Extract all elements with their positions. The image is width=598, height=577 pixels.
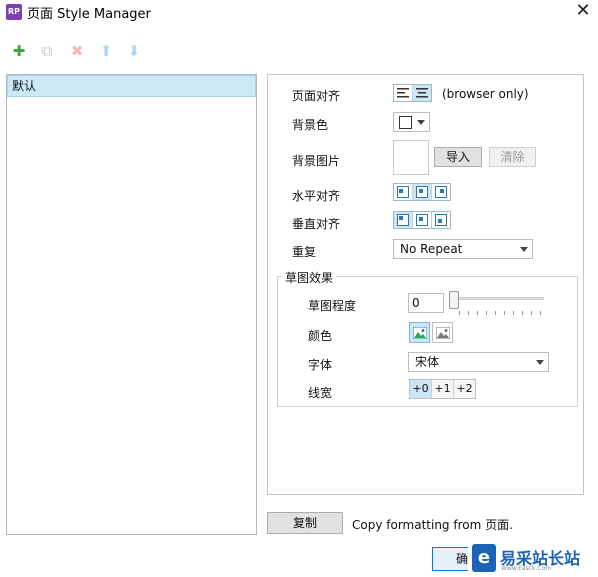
add-style-icon[interactable]: ✚ [11,43,27,59]
duplicate-style-icon[interactable]: ⧉ [39,43,55,59]
slider-tick [477,311,478,315]
h-align-right-option[interactable] [432,184,450,200]
align-center-option[interactable] [413,85,431,101]
horizontal-align-label: 水平对齐 [292,189,341,203]
sketch-degree-input[interactable]: 0 [408,293,444,313]
sketch-color-option[interactable] [409,322,430,343]
sketch-font-select[interactable]: 宋体 [408,352,549,372]
slider-tick [531,311,532,315]
repeat-select-value: No Repeat [400,242,463,256]
background-image-preview [393,140,429,175]
import-button[interactable]: 导入 [434,147,482,167]
delete-style-icon[interactable]: ✖ [69,43,85,59]
watermark-sub: Www.Easck.Com [501,565,552,572]
v-align-middle-option[interactable] [413,212,432,228]
chevron-down-icon [520,247,528,252]
slider-tick [459,311,460,315]
line-width-0-button[interactable]: +0 [410,380,432,398]
browser-only-note: (browser only) [442,87,529,101]
move-up-icon[interactable]: ⬆ [98,43,114,59]
align-left-option[interactable] [394,85,413,101]
background-color-picker[interactable] [393,112,430,132]
v-align-middle-icon [416,214,428,226]
image-grayscale-icon [435,326,450,339]
sketch-font-value: 宋体 [415,355,440,369]
watermark-logo: e [472,544,496,572]
move-down-icon[interactable]: ⬇ [126,43,142,59]
styles-list[interactable] [6,74,257,535]
copy-button[interactable]: 复制 [267,512,343,534]
watermark: e 易采站长站 Www.Easck.Com [468,542,598,577]
line-width-2-button[interactable]: +2 [454,380,475,398]
page-align-label: 页面对齐 [292,89,341,103]
slider-tick [495,311,496,315]
sketch-degree-slider-thumb[interactable] [449,291,459,309]
slider-tick [504,311,505,315]
v-align-bottom-icon [435,214,447,226]
sketch-grayscale-option[interactable] [432,322,453,343]
chevron-down-icon [536,360,544,365]
line-width-1-button[interactable]: +1 [432,380,454,398]
background-image-label: 背景图片 [292,154,341,168]
page-align-segmented[interactable] [393,84,432,102]
line-width-segmented[interactable]: +0 +1 +2 [409,379,476,399]
slider-tick [522,311,523,315]
align-center-icon [416,88,428,98]
sketch-degree-label: 草图程度 [308,299,357,313]
close-icon[interactable]: ✕ [572,0,594,22]
slider-tick [468,311,469,315]
vertical-align-label: 垂直对齐 [292,217,341,231]
window-title: 页面 Style Manager [27,7,151,22]
h-align-center-icon [416,186,428,198]
sketch-effect-title: 草图效果 [282,269,337,286]
h-align-left-icon [397,186,409,198]
sketch-degree-slider-track[interactable] [451,297,544,300]
image-color-icon [412,326,427,339]
style-list-item-default[interactable]: 默认 [7,75,256,97]
v-align-top-option[interactable] [394,212,413,228]
clear-button[interactable]: 清除 [489,147,536,167]
horizontal-align-segmented[interactable] [393,183,451,201]
repeat-label: 重复 [292,245,317,259]
slider-tick [486,311,487,315]
line-width-label: 线宽 [308,386,333,400]
align-left-icon [397,88,409,98]
v-align-top-icon [397,214,409,226]
sketch-font-label: 字体 [308,358,333,372]
repeat-select[interactable]: No Repeat [393,239,533,259]
v-align-bottom-option[interactable] [432,212,450,228]
slider-tick [540,311,541,315]
slider-tick [513,311,514,315]
copy-description: Copy formatting from 页面. [352,518,513,532]
color-swatch [399,116,412,129]
app-icon: RP [6,4,22,20]
background-color-label: 背景色 [292,118,329,132]
vertical-align-segmented[interactable] [393,211,451,229]
chevron-down-icon [417,120,425,125]
h-align-left-option[interactable] [394,184,413,200]
h-align-center-option[interactable] [413,184,432,200]
h-align-right-icon [435,186,447,198]
sketch-color-label: 颜色 [308,329,333,343]
